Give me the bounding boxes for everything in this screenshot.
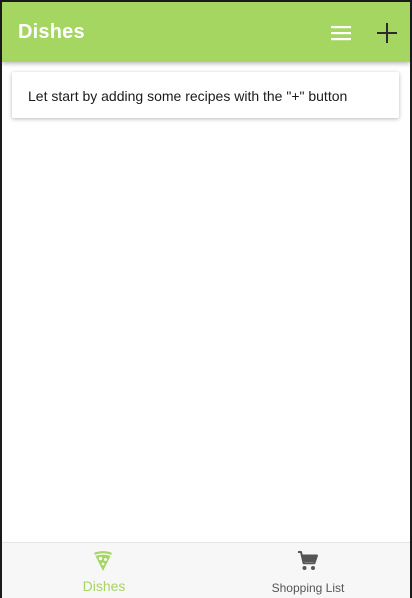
bottom-navigation: Dishes Shopping List [2, 542, 410, 598]
nav-tab-shopping-list[interactable]: Shopping List [206, 543, 410, 598]
empty-state-card: Let start by adding some recipes with th… [12, 72, 399, 118]
plus-icon [377, 23, 397, 43]
nav-tab-dishes[interactable]: Dishes [2, 543, 206, 598]
menu-icon [331, 26, 351, 41]
app-bar: Dishes [2, 2, 410, 62]
app-screen: Dishes Let start by adding some recipes … [2, 2, 410, 598]
add-recipe-button[interactable] [374, 20, 400, 46]
nav-label-dishes: Dishes [82, 578, 126, 594]
shopping-cart-icon [298, 551, 318, 570]
pizza-slice-icon [94, 551, 112, 571]
menu-button[interactable] [328, 20, 354, 46]
empty-state-message: Let start by adding some recipes with th… [28, 88, 348, 104]
nav-label-shopping-list: Shopping List [271, 581, 345, 595]
page-title: Dishes [18, 21, 85, 43]
